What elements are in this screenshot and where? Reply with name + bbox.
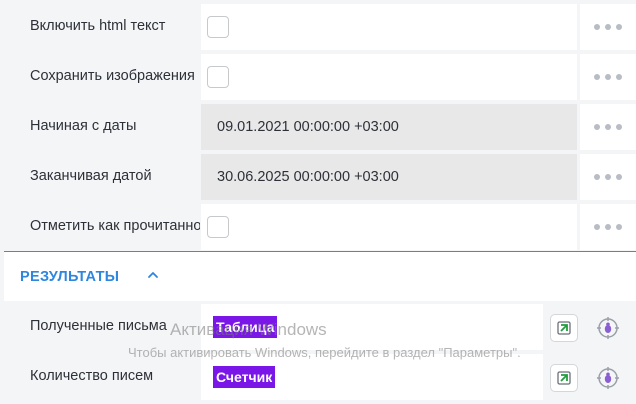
property-label: Отметить как прочитанное [30, 218, 200, 234]
property-value [201, 4, 577, 50]
variable-tag[interactable]: Таблица [213, 316, 278, 338]
html-text-checkbox[interactable] [207, 16, 229, 38]
variable-tag[interactable]: Счетчик [213, 366, 276, 388]
more-dots-icon [594, 24, 622, 30]
results-section-header[interactable]: РЕЗУЛЬТАТЫ [4, 251, 636, 301]
pick-target-button[interactable] [594, 364, 622, 392]
more-dots-icon [594, 174, 622, 180]
output-variable-field[interactable]: Счетчик [201, 354, 543, 400]
more-options-button[interactable] [580, 204, 636, 250]
output-label: Полученные письма [30, 318, 167, 334]
property-value [201, 54, 577, 100]
more-options-button[interactable] [580, 154, 636, 200]
property-row-mark-read: Отметить как прочитанное [4, 202, 636, 250]
more-dots-icon [594, 224, 622, 230]
results-section-title: РЕЗУЛЬТАТЫ [20, 269, 120, 285]
pick-target-button[interactable] [594, 314, 622, 342]
open-variable-button[interactable] [550, 364, 578, 392]
property-row-html: Включить html текст [4, 2, 636, 50]
output-label: Количество писем [30, 368, 154, 384]
start-date-field[interactable]: 09.01.2021 00:00:00 +03:00 [201, 104, 577, 150]
end-date-field[interactable]: 30.06.2025 00:00:00 +03:00 [201, 154, 577, 200]
variable-link-icon [557, 321, 571, 335]
property-row-end-date: Заканчивая датой 30.06.2025 00:00:00 +03… [4, 152, 636, 200]
more-options-button[interactable] [580, 54, 636, 100]
save-images-checkbox[interactable] [207, 66, 229, 88]
property-row-start-date: Начиная с даты 09.01.2021 00:00:00 +03:0… [4, 102, 636, 150]
property-label: Включить html текст [30, 18, 166, 34]
output-variable-field[interactable]: Таблица [201, 304, 543, 350]
property-label: Заканчивая датой [30, 168, 152, 184]
property-label: Сохранить изображения [30, 68, 195, 84]
output-row-received-emails: Полученные письма Таблица [4, 302, 636, 350]
open-variable-button[interactable] [550, 314, 578, 342]
start-date-value: 09.01.2021 00:00:00 +03:00 [217, 119, 399, 135]
more-dots-icon [594, 74, 622, 80]
output-row-email-count: Количество писем Счетчик [4, 352, 636, 400]
property-row-save-images: Сохранить изображения [4, 52, 636, 100]
target-bug-icon [597, 317, 619, 339]
property-value [201, 204, 577, 250]
more-options-button[interactable] [580, 104, 636, 150]
mark-read-checkbox[interactable] [207, 216, 229, 238]
property-label: Начиная с даты [30, 118, 137, 134]
more-options-button[interactable] [580, 4, 636, 50]
more-dots-icon [594, 124, 622, 130]
chevron-up-icon[interactable] [146, 268, 160, 282]
target-bug-icon [597, 367, 619, 389]
end-date-value: 30.06.2025 00:00:00 +03:00 [217, 169, 399, 185]
variable-link-icon [557, 371, 571, 385]
